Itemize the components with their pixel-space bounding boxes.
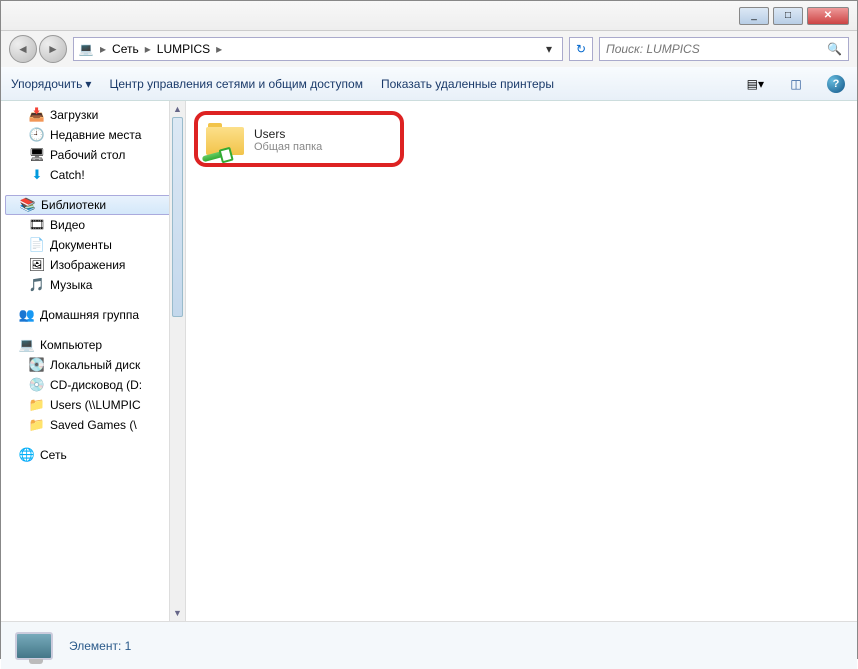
downloads-icon: 📥 <box>29 107 45 123</box>
breadcrumb-arrow-icon: ▸ <box>98 42 108 56</box>
pictures-icon: 🖼 <box>29 257 45 273</box>
forward-button[interactable]: ► <box>39 35 67 63</box>
preview-icon: ◫ <box>790 77 801 91</box>
chevron-down-icon: ▾ <box>758 77 764 91</box>
sidebar-item-localdisk[interactable]: 💽 Локальный диск <box>1 355 185 375</box>
sidebar-item-recent[interactable]: 🕘 Недавние места <box>1 125 185 145</box>
maximize-button[interactable]: □ <box>773 7 803 25</box>
sidebar-item-label: Музыка <box>50 278 92 292</box>
recent-icon: 🕘 <box>29 127 45 143</box>
minimize-button[interactable]: _ <box>739 7 769 25</box>
documents-icon: 📄 <box>29 237 45 253</box>
video-icon: 🎞 <box>29 217 45 233</box>
status-bar: Элемент: 1 <box>1 621 857 669</box>
sidebar-item-libraries[interactable]: 📚 Библиотеки <box>5 195 181 215</box>
navigation-pane: 📥Загрузки 🕘Недавние места 🖥Рабочий стол … <box>1 101 186 621</box>
view-options-button[interactable]: ▤ ▾ <box>744 75 767 93</box>
status-text: Элемент: 1 <box>69 639 131 653</box>
sidebar-item-homegroup[interactable]: 👥 Домашняя группа <box>1 305 185 325</box>
body: 📥Загрузки 🕘Недавние места 🖥Рабочий стол … <box>1 101 857 621</box>
shared-folder-icon <box>204 119 246 161</box>
remote-printers-button[interactable]: Показать удаленные принтеры <box>381 77 554 91</box>
organize-label: Упорядочить <box>11 77 82 91</box>
sidebar-item-pictures[interactable]: 🖼 Изображения <box>1 255 185 275</box>
address-bar[interactable]: 💻 ▸ Сеть ▸ LUMPICS ▸ ▾ <box>73 37 563 61</box>
computer-icon: 💻 <box>19 337 35 353</box>
network-center-button[interactable]: Центр управления сетями и общим доступом <box>109 77 363 91</box>
content-pane[interactable]: Users Общая папка <box>186 101 857 621</box>
breadcrumb-network[interactable]: Сеть <box>108 42 143 56</box>
search-bar[interactable]: 🔍 <box>599 37 849 61</box>
sidebar-item-label: Недавние места <box>50 128 141 142</box>
scroll-up-icon[interactable]: ▲ <box>170 101 185 117</box>
sidebar-item-label: CD-дисковод (D: <box>50 378 142 392</box>
breadcrumb-arrow-icon: ▸ <box>143 42 153 56</box>
back-button[interactable]: ◄ <box>9 35 37 63</box>
music-icon: 🎵 <box>29 277 45 293</box>
explorer-window: _ □ ✕ ◄ ► 💻 ▸ Сеть ▸ LUMPICS ▸ ▾ ↻ 🔍 Упо… <box>0 0 858 659</box>
sidebar-item-network[interactable]: 🌐 Сеть <box>1 445 185 465</box>
preview-pane-button[interactable]: ◫ <box>785 73 807 95</box>
sidebar-item-music[interactable]: 🎵 Музыка <box>1 275 185 295</box>
share-icon: 📁 <box>29 417 45 433</box>
sidebar-item-label: Users (\\LUMPIC <box>50 398 141 412</box>
network-icon: 🌐 <box>19 447 35 463</box>
breadcrumb-lumpics[interactable]: LUMPICS <box>153 42 214 56</box>
sidebar-item-label: Видео <box>50 218 85 232</box>
sidebar-item-downloads[interactable]: 📥 Загрузки <box>1 105 185 125</box>
refresh-button[interactable]: ↻ <box>569 37 593 61</box>
sidebar-item-computer[interactable]: 💻 Компьютер <box>1 335 185 355</box>
computer-icon: 💻 <box>78 41 94 57</box>
toolbar: Упорядочить ▾ Центр управления сетями и … <box>1 67 857 101</box>
title-bar: _ □ ✕ <box>1 1 857 31</box>
sidebar-item-label: Catch! <box>50 168 85 182</box>
sidebar-item-label: Рабочий стол <box>50 148 125 162</box>
nav-buttons: ◄ ► <box>9 35 67 63</box>
scroll-thumb[interactable] <box>172 117 183 317</box>
breadcrumb-arrow-icon: ▸ <box>214 42 224 56</box>
help-icon: ? <box>827 75 845 93</box>
sidebar-item-cddrive[interactable]: 💿 CD-дисковод (D: <box>1 375 185 395</box>
sidebar-item-label: Документы <box>50 238 112 252</box>
organize-menu[interactable]: Упорядочить ▾ <box>11 77 91 91</box>
sidebar-item-catch[interactable]: ⬇ Catch! <box>1 165 185 185</box>
nav-bar: ◄ ► 💻 ▸ Сеть ▸ LUMPICS ▸ ▾ ↻ 🔍 <box>1 31 857 67</box>
homegroup-icon: 👥 <box>19 307 35 323</box>
sidebar-item-label: Изображения <box>50 258 125 272</box>
cd-icon: 💿 <box>29 377 45 393</box>
scroll-down-icon[interactable]: ▼ <box>170 605 185 621</box>
sidebar-item-label: Saved Games (\ <box>50 418 137 432</box>
sidebar-item-users-share[interactable]: 📁 Users (\\LUMPIC <box>1 395 185 415</box>
sidebar-item-label: Сеть <box>40 448 67 462</box>
desktop-icon: 🖥 <box>29 147 45 163</box>
sidebar-item-label: Домашняя группа <box>40 308 139 322</box>
share-icon: 📁 <box>29 397 45 413</box>
chevron-down-icon: ▾ <box>85 77 91 91</box>
sidebar-item-label: Компьютер <box>40 338 102 352</box>
close-button[interactable]: ✕ <box>807 7 849 25</box>
sidebar-item-label: Библиотеки <box>41 198 106 212</box>
view-icon: ▤ <box>747 77 758 91</box>
folder-item-users[interactable]: Users Общая папка <box>200 115 400 165</box>
sidebar-item-documents[interactable]: 📄 Документы <box>1 235 185 255</box>
folder-text: Users Общая папка <box>254 127 322 153</box>
disk-icon: 💽 <box>29 357 45 373</box>
folder-name: Users <box>254 127 322 141</box>
folder-subtitle: Общая папка <box>254 141 322 153</box>
sidebar-item-desktop[interactable]: 🖥 Рабочий стол <box>1 145 185 165</box>
search-input[interactable] <box>606 42 827 56</box>
sidebar-item-video[interactable]: 🎞 Видео <box>1 215 185 235</box>
address-dropdown-icon[interactable]: ▾ <box>540 42 558 56</box>
help-button[interactable]: ? <box>825 73 847 95</box>
sidebar-scrollbar[interactable]: ▲ ▼ <box>169 101 185 621</box>
search-icon[interactable]: 🔍 <box>827 42 842 56</box>
sidebar-item-label: Загрузки <box>50 108 98 122</box>
sidebar-item-savedgames-share[interactable]: 📁 Saved Games (\ <box>1 415 185 435</box>
sidebar-item-label: Локальный диск <box>50 358 140 372</box>
catch-icon: ⬇ <box>29 167 45 183</box>
libraries-icon: 📚 <box>20 197 36 213</box>
